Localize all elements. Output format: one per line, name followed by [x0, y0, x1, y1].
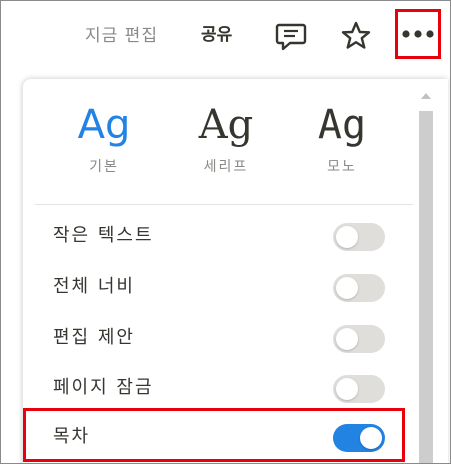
toggle-knob [336, 277, 358, 299]
menu-divider [35, 204, 413, 205]
font-option-serif[interactable]: Ag 세리프 [171, 96, 281, 176]
font-sample: Ag [198, 102, 254, 148]
app-window: 지금 편집 공유 Ag 기본 Ag 세리프 Ag 모노 작은 텍스트 전체 너비… [0, 0, 451, 464]
option-suggest-edits[interactable]: 편집 제안 [35, 313, 395, 357]
font-label: 기본 [89, 159, 119, 175]
comment-icon [275, 23, 307, 51]
font-label: 세리프 [203, 159, 249, 175]
font-option-default[interactable]: Ag 기본 [49, 96, 159, 176]
edit-status-text: 지금 편집 [85, 26, 158, 46]
option-label: 작은 텍스트 [53, 225, 154, 246]
font-option-mono[interactable]: Ag 모노 [287, 96, 397, 176]
suggest-edits-toggle[interactable] [333, 325, 385, 353]
option-small-text[interactable]: 작은 텍스트 [35, 211, 395, 255]
toggle-knob [336, 226, 358, 248]
option-label: 편집 제안 [53, 327, 135, 348]
option-full-width[interactable]: 전체 너비 [35, 262, 395, 306]
font-style-picker: Ag 기본 Ag 세리프 Ag 모노 [23, 96, 413, 191]
top-bar: 지금 편집 공유 [1, 1, 450, 71]
small-text-toggle[interactable] [333, 223, 385, 251]
full-width-toggle[interactable] [333, 274, 385, 302]
menu-scrollbar[interactable] [416, 87, 436, 463]
highlight-box [23, 408, 405, 462]
more-icon [402, 30, 434, 38]
comment-button[interactable] [274, 19, 308, 53]
option-label: 페이지 잠금 [53, 377, 154, 398]
share-button[interactable]: 공유 [201, 20, 232, 45]
scroll-up-icon[interactable] [421, 93, 431, 99]
star-icon [341, 21, 371, 49]
toggle-knob [336, 378, 358, 400]
toggle-knob [336, 328, 358, 350]
font-sample: Ag [317, 102, 367, 148]
scroll-thumb[interactable] [419, 111, 433, 463]
font-label: 모노 [327, 159, 357, 175]
option-label: 전체 너비 [53, 276, 135, 297]
option-lock-page[interactable]: 페이지 잠금 [35, 363, 395, 407]
more-options-button[interactable] [395, 9, 441, 59]
font-sample: Ag [77, 102, 131, 148]
lock-page-toggle[interactable] [333, 375, 385, 403]
favorite-button[interactable] [339, 19, 373, 53]
